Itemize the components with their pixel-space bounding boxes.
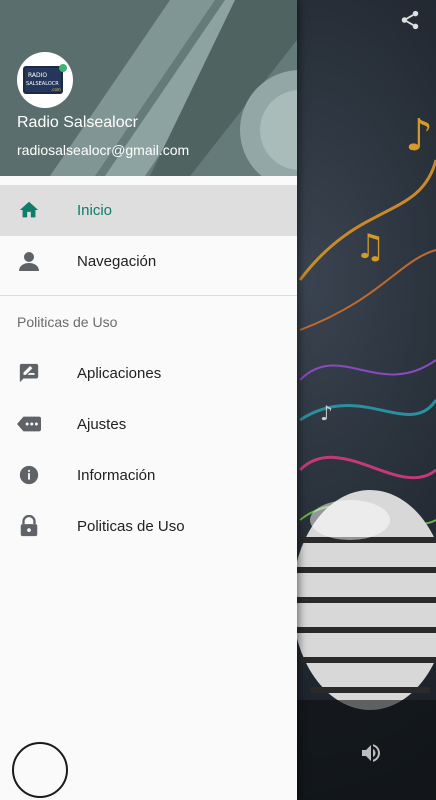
radio-logo-icon: RADIO SALSEALOCR .com (23, 64, 67, 94)
share-icon (401, 10, 419, 30)
menu-item-label: Inicio (77, 202, 113, 219)
svg-text:.com: .com (51, 87, 61, 92)
lock-icon (17, 514, 41, 538)
menu-item-label: Ajustes (77, 416, 127, 433)
home-icon (17, 198, 41, 222)
share-button[interactable] (396, 6, 424, 34)
navigation-drawer: RADIO SALSEALOCR .com Radio Salsealocr r… (0, 0, 297, 800)
menu-item-navegacion[interactable]: Navegación (0, 236, 297, 287)
drawer-menu: Inicio Navegación Politicas de Uso Aplic… (0, 185, 297, 552)
menu-item-inicio[interactable]: Inicio (0, 185, 297, 236)
app-logo-avatar[interactable]: RADIO SALSEALOCR .com (17, 52, 73, 108)
menu-item-label: Politicas de Uso (77, 518, 185, 535)
volume-button[interactable] (356, 738, 386, 768)
svg-text:RADIO: RADIO (28, 72, 47, 79)
rate-review-icon (17, 361, 41, 385)
floating-circle-button[interactable] (12, 742, 68, 798)
app-name: Radio Salsealocr (17, 114, 138, 131)
section-header-politicas: Politicas de Uso (17, 314, 118, 330)
menu-item-politicas-de-uso[interactable]: Politicas de Uso (0, 501, 297, 552)
menu-item-label: Aplicaciones (77, 365, 162, 382)
svg-text:♫: ♫ (355, 227, 385, 267)
menu-item-informacion[interactable]: Información (0, 450, 297, 501)
person-icon (17, 249, 41, 273)
account-email: radiosalsealocr@gmail.com (17, 142, 190, 158)
svg-text:♪: ♪ (320, 401, 333, 425)
volume-icon (362, 744, 380, 762)
drawer-header: RADIO SALSEALOCR .com Radio Salsealocr r… (0, 0, 297, 176)
menu-item-aplicaciones[interactable]: Aplicaciones (0, 348, 297, 399)
svg-text:♪: ♪ (405, 110, 433, 161)
more-tag-icon (17, 412, 41, 436)
info-icon (17, 463, 41, 487)
menu-item-ajustes[interactable]: Ajustes (0, 399, 297, 450)
menu-item-label: Información (77, 467, 156, 484)
menu-item-label: Navegación (77, 253, 157, 270)
